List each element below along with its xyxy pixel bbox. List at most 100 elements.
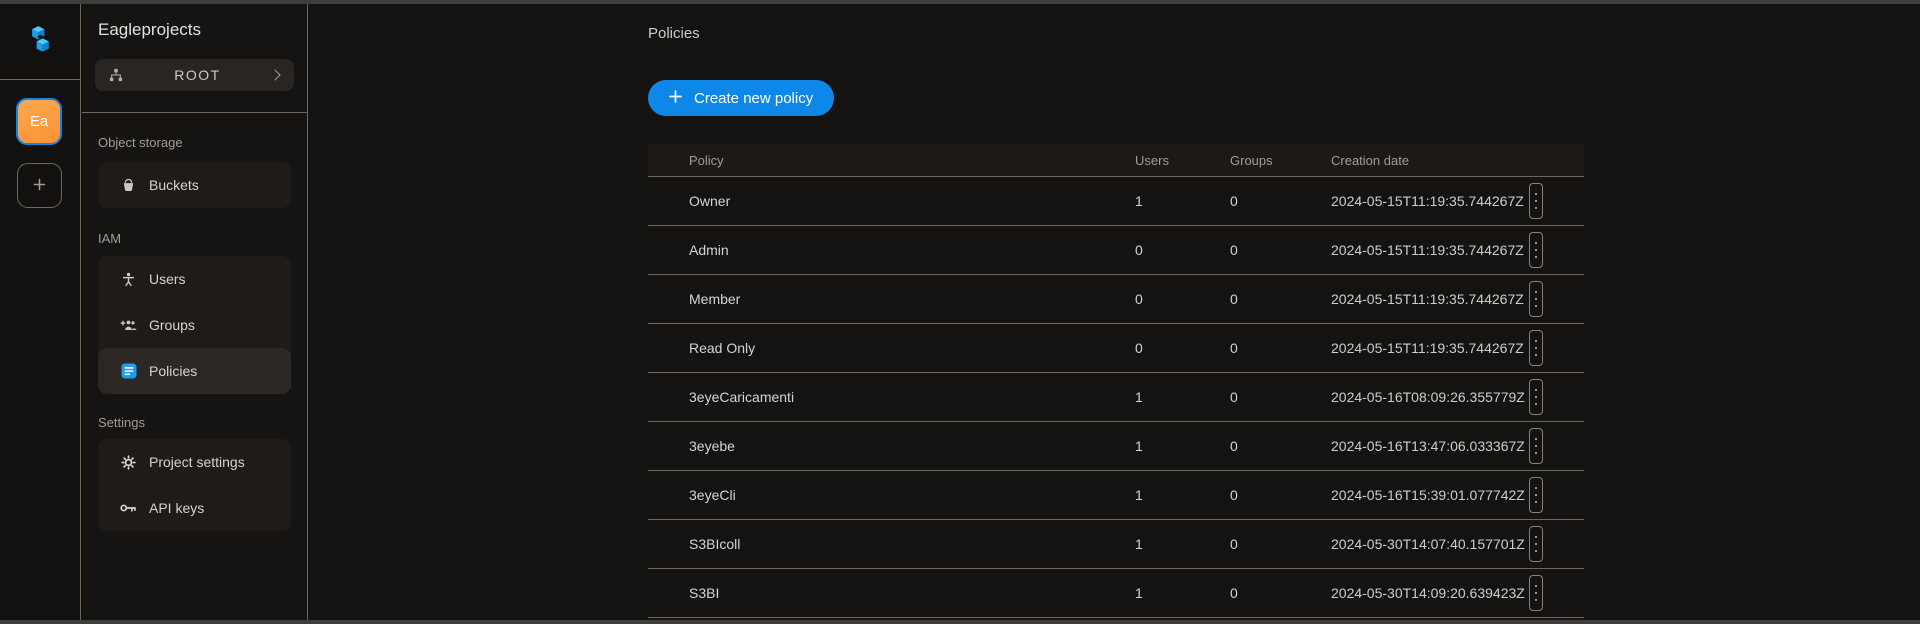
users-count-cell: 1	[1135, 193, 1230, 209]
sidebar-item-users[interactable]: Users	[98, 256, 291, 302]
row-kebab-menu-button[interactable]	[1529, 330, 1543, 366]
creation-date-cell: 2024-05-16T15:39:01.077742Z	[1331, 487, 1529, 503]
table-row[interactable]: 3eyeCli 1 0 2024-05-16T15:39:01.077742Z	[648, 471, 1584, 520]
kebab-dot	[1535, 354, 1538, 357]
kebab-dot	[1535, 200, 1538, 203]
policy-name-cell: Member	[648, 291, 1135, 307]
table-row[interactable]: S3BI 1 0 2024-05-30T14:09:20.639423Z	[648, 569, 1584, 618]
row-kebab-menu-button[interactable]	[1529, 477, 1543, 513]
creation-date-cell: 2024-05-15T11:19:35.744267Z	[1331, 291, 1529, 307]
row-kebab-menu-button[interactable]	[1529, 575, 1543, 611]
creation-date-cell: 2024-05-16T13:47:06.033367Z	[1331, 438, 1529, 454]
table-row[interactable]: Read Only 0 0 2024-05-15T11:19:35.744267…	[648, 324, 1584, 373]
kebab-dot	[1535, 305, 1538, 308]
nav-card-iam: Users Groups	[98, 256, 291, 394]
policies-table-body: Owner 1 0 2024-05-15T11:19:35.744267Z Ad…	[648, 177, 1584, 618]
sidebar-item-api-keys[interactable]: API keys	[98, 485, 291, 531]
section-label-object-storage: Object storage	[98, 135, 183, 150]
group-icon	[120, 318, 137, 333]
row-actions-cell	[1529, 330, 1584, 366]
creation-date-cell: 2024-05-15T11:19:35.744267Z	[1331, 340, 1529, 356]
kebab-dot	[1535, 242, 1538, 245]
project-sidebar: Eagleprojects ROOT Object storage	[82, 4, 308, 620]
table-row[interactable]: Admin 0 0 2024-05-15T11:19:35.744267Z	[648, 226, 1584, 275]
row-kebab-menu-button[interactable]	[1529, 428, 1543, 464]
kebab-dot	[1535, 249, 1538, 252]
row-kebab-menu-button[interactable]	[1529, 232, 1543, 268]
groups-count-cell: 0	[1230, 340, 1331, 356]
sidebar-item-buckets[interactable]: Buckets	[98, 162, 291, 208]
sidebar-item-label: Users	[149, 271, 186, 287]
kebab-dot	[1535, 550, 1538, 553]
kebab-dot	[1535, 438, 1538, 441]
users-count-cell: 1	[1135, 585, 1230, 601]
policy-name-cell: Admin	[648, 242, 1135, 258]
policy-icon	[120, 363, 137, 379]
main-content: Policies Create new policy Policy Users …	[308, 4, 1920, 620]
add-workspace-button[interactable]	[17, 163, 62, 208]
workspace-rail: Ea	[0, 4, 81, 620]
row-kebab-menu-button[interactable]	[1529, 379, 1543, 415]
row-kebab-menu-button[interactable]	[1529, 526, 1543, 562]
cubes-logo-icon	[27, 25, 54, 59]
sidebar-item-label: API keys	[149, 500, 204, 516]
row-kebab-menu-button[interactable]	[1529, 183, 1543, 219]
create-new-policy-button[interactable]: Create new policy	[648, 80, 834, 116]
page-title: Policies	[648, 25, 700, 42]
policy-name-cell: S3BIcoll	[648, 536, 1135, 552]
creation-date-cell: 2024-05-30T14:07:40.157701Z	[1331, 536, 1529, 552]
sitemap-icon	[107, 68, 124, 82]
kebab-dot	[1535, 340, 1538, 343]
row-actions-cell	[1529, 526, 1584, 562]
policies-table-header: Policy Users Groups Creation date	[648, 144, 1584, 177]
table-row[interactable]: 3eyeCaricamenti 1 0 2024-05-16T08:09:26.…	[648, 373, 1584, 422]
kebab-dot	[1535, 585, 1538, 588]
column-header-policy: Policy	[648, 153, 1135, 168]
policy-name-cell: 3eyeCaricamenti	[648, 389, 1135, 405]
users-count-cell: 1	[1135, 487, 1230, 503]
sidebar-item-policies[interactable]: Policies	[98, 348, 291, 394]
policy-name-cell: Read Only	[648, 340, 1135, 356]
sidebar-item-project-settings[interactable]: Project settings	[98, 439, 291, 485]
kebab-dot	[1535, 487, 1538, 490]
kebab-dot	[1535, 256, 1538, 259]
row-actions-cell	[1529, 379, 1584, 415]
sidebar-item-label: Buckets	[149, 177, 199, 193]
kebab-dot	[1535, 501, 1538, 504]
root-selector-label: ROOT	[124, 67, 271, 83]
section-label-settings: Settings	[98, 415, 145, 430]
creation-date-cell: 2024-05-15T11:19:35.744267Z	[1331, 242, 1529, 258]
sidebar-item-label: Project settings	[149, 454, 245, 470]
policy-name-cell: Owner	[648, 193, 1135, 209]
kebab-dot	[1535, 193, 1538, 196]
workspace-avatar-button[interactable]: Ea	[16, 98, 62, 145]
kebab-dot	[1535, 445, 1538, 448]
kebab-dot	[1535, 396, 1538, 399]
kebab-dot	[1535, 592, 1538, 595]
root-selector-button[interactable]: ROOT	[95, 59, 294, 91]
groups-count-cell: 0	[1230, 487, 1331, 503]
table-row[interactable]: 3eyebe 1 0 2024-05-16T13:47:06.033367Z	[648, 422, 1584, 471]
sidebar-item-groups[interactable]: Groups	[98, 302, 291, 348]
section-label-iam: IAM	[98, 231, 121, 246]
table-row[interactable]: Owner 1 0 2024-05-15T11:19:35.744267Z	[648, 177, 1584, 226]
table-row[interactable]: Member 0 0 2024-05-15T11:19:35.744267Z	[648, 275, 1584, 324]
users-count-cell: 1	[1135, 438, 1230, 454]
users-count-cell: 0	[1135, 291, 1230, 307]
bucket-icon	[120, 178, 137, 193]
groups-count-cell: 0	[1230, 193, 1331, 209]
groups-count-cell: 0	[1230, 242, 1331, 258]
table-row[interactable]: S3BIcoll 1 0 2024-05-30T14:07:40.157701Z	[648, 520, 1584, 569]
kebab-dot	[1535, 207, 1538, 210]
row-actions-cell	[1529, 575, 1584, 611]
row-actions-cell	[1529, 477, 1584, 513]
groups-count-cell: 0	[1230, 291, 1331, 307]
key-icon	[120, 502, 137, 514]
window-top-edge	[0, 0, 1920, 4]
kebab-dot	[1535, 298, 1538, 301]
kebab-dot	[1535, 543, 1538, 546]
row-actions-cell	[1529, 281, 1584, 317]
sidebar-divider	[82, 112, 307, 113]
policy-name-cell: S3BI	[648, 585, 1135, 601]
row-kebab-menu-button[interactable]	[1529, 281, 1543, 317]
